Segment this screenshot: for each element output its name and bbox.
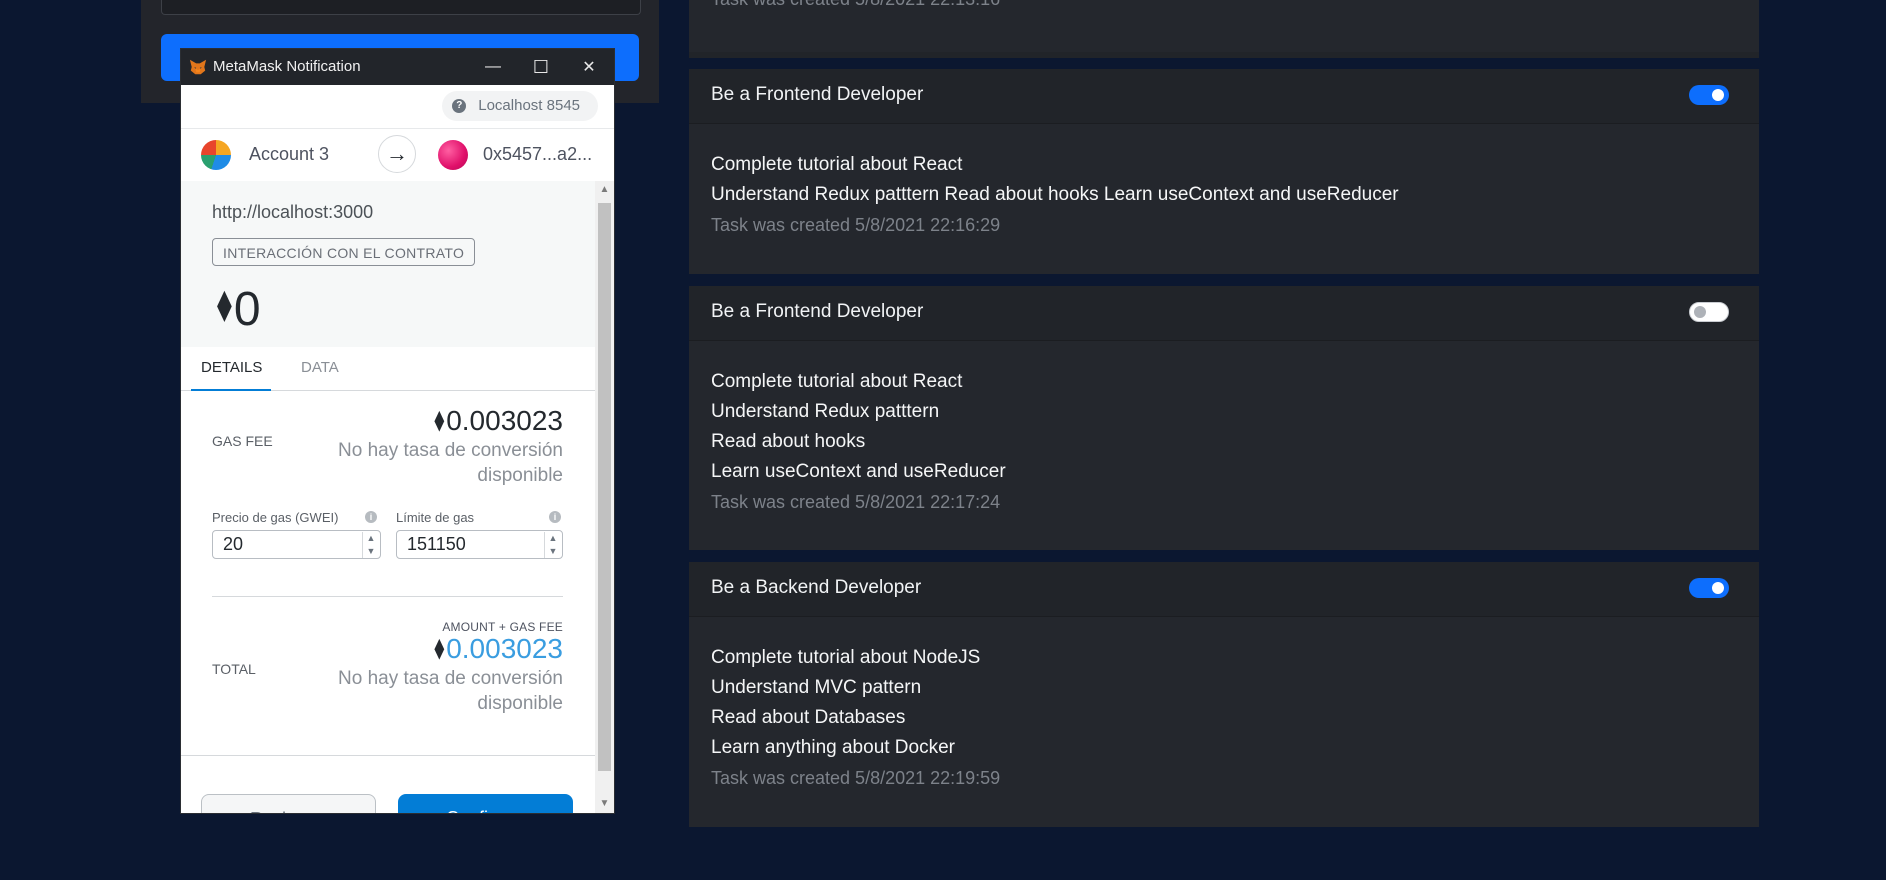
task-description-line: Understand Redux patttern (711, 401, 940, 422)
scrollbar-thumb[interactable] (598, 203, 611, 771)
confirm-button[interactable]: Confirmar (398, 794, 573, 813)
origin-url: http://localhost:3000 (212, 202, 374, 222)
metamask-notification-window: MetaMask Notification — ☐ ✕ ? Localhost … (181, 49, 614, 813)
task-card-partial: Task was created 5/8/2021 22:13:16 (689, 0, 1759, 58)
metamask-fox-icon (189, 59, 207, 75)
task-card: Be a Backend Developer Complete tutorial… (689, 562, 1759, 827)
task-description-line: Complete tutorial about NodeJS (711, 647, 981, 668)
account-transfer-row: Account 3 → 0x5457...a2... (181, 128, 614, 183)
window-titlebar[interactable]: MetaMask Notification — ☐ ✕ (181, 49, 614, 85)
task-done-toggle[interactable] (1689, 578, 1729, 598)
transaction-origin-block: http://localhost:3000 INTERACCIÓN CON EL… (181, 181, 595, 347)
task-card-body: Complete tutorial about React Understand… (689, 341, 1759, 550)
gas-fee-value: 0.003023 (446, 405, 563, 436)
task-card: Be a Frontend Developer Complete tutoria… (689, 286, 1759, 550)
total-amount: ⧫0.003023 (434, 633, 563, 665)
task-card-header: Be a Backend Developer (689, 562, 1759, 617)
network-bar: ? Localhost 8545 (181, 85, 614, 128)
task-description-line: Understand Redux patttern Read about hoo… (711, 184, 1399, 205)
reject-button[interactable]: Rechazar (201, 794, 376, 813)
section-divider (212, 596, 563, 597)
transaction-scroll-area[interactable]: http://localhost:3000 INTERACCIÓN CON EL… (181, 181, 614, 813)
ether-icon: ⧫ (217, 289, 232, 322)
to-account-address[interactable]: 0x5457...a2... (483, 144, 592, 165)
task-card-header: Be a Frontend Developer (689, 286, 1759, 341)
task-description-line: Read about Databases (711, 707, 906, 728)
transaction-amount: ⧫0 (217, 282, 261, 337)
gas-fee-label: GAS FEE (212, 433, 273, 449)
gas-limit-label: Límite de gas (396, 510, 475, 525)
network-indicator[interactable]: ? Localhost 8545 (442, 91, 598, 121)
task-card-header: Be a Frontend Developer (689, 69, 1759, 124)
gas-fee-conversion: No hay tasa de conversión disponible (338, 440, 563, 486)
info-icon[interactable]: i (549, 511, 561, 523)
task-title: Be a Frontend Developer (711, 301, 924, 322)
task-done-toggle[interactable] (1689, 85, 1729, 105)
gas-limit-stepper[interactable]: ▲ ▼ (544, 532, 561, 558)
from-account-name[interactable]: Account 3 (249, 144, 329, 165)
to-account-avatar (438, 140, 468, 170)
tab-details[interactable]: DETAILS (201, 359, 262, 376)
detail-tabs: DETAILS DATA (181, 347, 595, 391)
task-card-body: Complete tutorial about React Understand… (689, 124, 1759, 274)
question-icon: ? (452, 99, 467, 113)
scroll-down-icon[interactable]: ▼ (595, 795, 614, 813)
details-panel: GAS FEE ⧫0.003023 No hay tasa de convers… (181, 391, 595, 813)
task-description-line: Understand MVC pattern (711, 677, 922, 698)
task-date: Task was created 5/8/2021 22:16:29 (711, 215, 1001, 235)
total-conversion: No hay tasa de conversión disponible (338, 668, 563, 714)
gas-price-field[interactable] (213, 531, 373, 557)
ether-icon: ⧫ (434, 410, 445, 432)
amount-value: 0 (233, 283, 261, 336)
total-label: TOTAL (212, 661, 256, 677)
toggle-knob (1694, 306, 1706, 318)
transaction-content: http://localhost:3000 INTERACCIÓN CON EL… (181, 181, 595, 813)
gas-limit-input[interactable]: ▲▼ (396, 530, 563, 559)
gas-limit-field[interactable] (397, 531, 557, 557)
vertical-scrollbar[interactable]: ▲ ▼ (595, 181, 614, 813)
footer-divider (181, 755, 595, 756)
task-date: Task was created 5/8/2021 22:17:24 (711, 492, 1001, 512)
task-description-line: Complete tutorial about React (711, 371, 963, 392)
task-title: Be a Frontend Developer (711, 84, 924, 105)
task-description-line: Learn useContext and useReducer (711, 461, 1006, 482)
scroll-up-icon[interactable]: ▲ (595, 181, 614, 199)
window-title: MetaMask Notification (213, 58, 361, 75)
amount-plus-gas-label: AMOUNT + GAS FEE (442, 620, 563, 634)
total-value: 0.003023 (446, 633, 563, 664)
task-date: Task was created 5/8/2021 22:13:16 (711, 0, 1737, 14)
arrow-right-icon: → (378, 135, 416, 173)
ether-icon: ⧫ (434, 638, 445, 660)
minimize-button[interactable]: — (469, 49, 517, 85)
info-icon[interactable]: i (365, 511, 377, 523)
close-window-button[interactable]: ✕ (565, 49, 613, 85)
gas-price-stepper[interactable]: ▲ ▼ (362, 532, 379, 558)
task-card-body: Complete tutorial about NodeJS Understan… (689, 617, 1759, 827)
task-done-toggle[interactable] (1689, 302, 1729, 322)
task-title: Be a Backend Developer (711, 577, 922, 598)
maximize-button[interactable]: ☐ (517, 49, 565, 85)
gas-price-label: Precio de gas (GWEI) (212, 510, 339, 525)
description-textarea[interactable] (161, 0, 641, 15)
transaction-method-badge: INTERACCIÓN CON EL CONTRATO (212, 238, 476, 266)
task-description-line: Read about hooks (711, 431, 866, 452)
task-description-line: Complete tutorial about React (711, 154, 963, 175)
tab-data[interactable]: DATA (301, 359, 339, 376)
network-name: Localhost 8545 (478, 97, 580, 114)
toggle-knob (1712, 89, 1724, 101)
from-account-avatar (201, 140, 231, 170)
task-card: Be a Frontend Developer Complete tutoria… (689, 69, 1759, 274)
task-description-line: Learn anything about Docker (711, 737, 955, 758)
gas-price-input[interactable]: ▲▼ (212, 530, 381, 559)
toggle-knob (1712, 582, 1724, 594)
gas-fee-amount: ⧫0.003023 (434, 405, 563, 437)
task-date: Task was created 5/8/2021 22:19:59 (711, 768, 1001, 788)
